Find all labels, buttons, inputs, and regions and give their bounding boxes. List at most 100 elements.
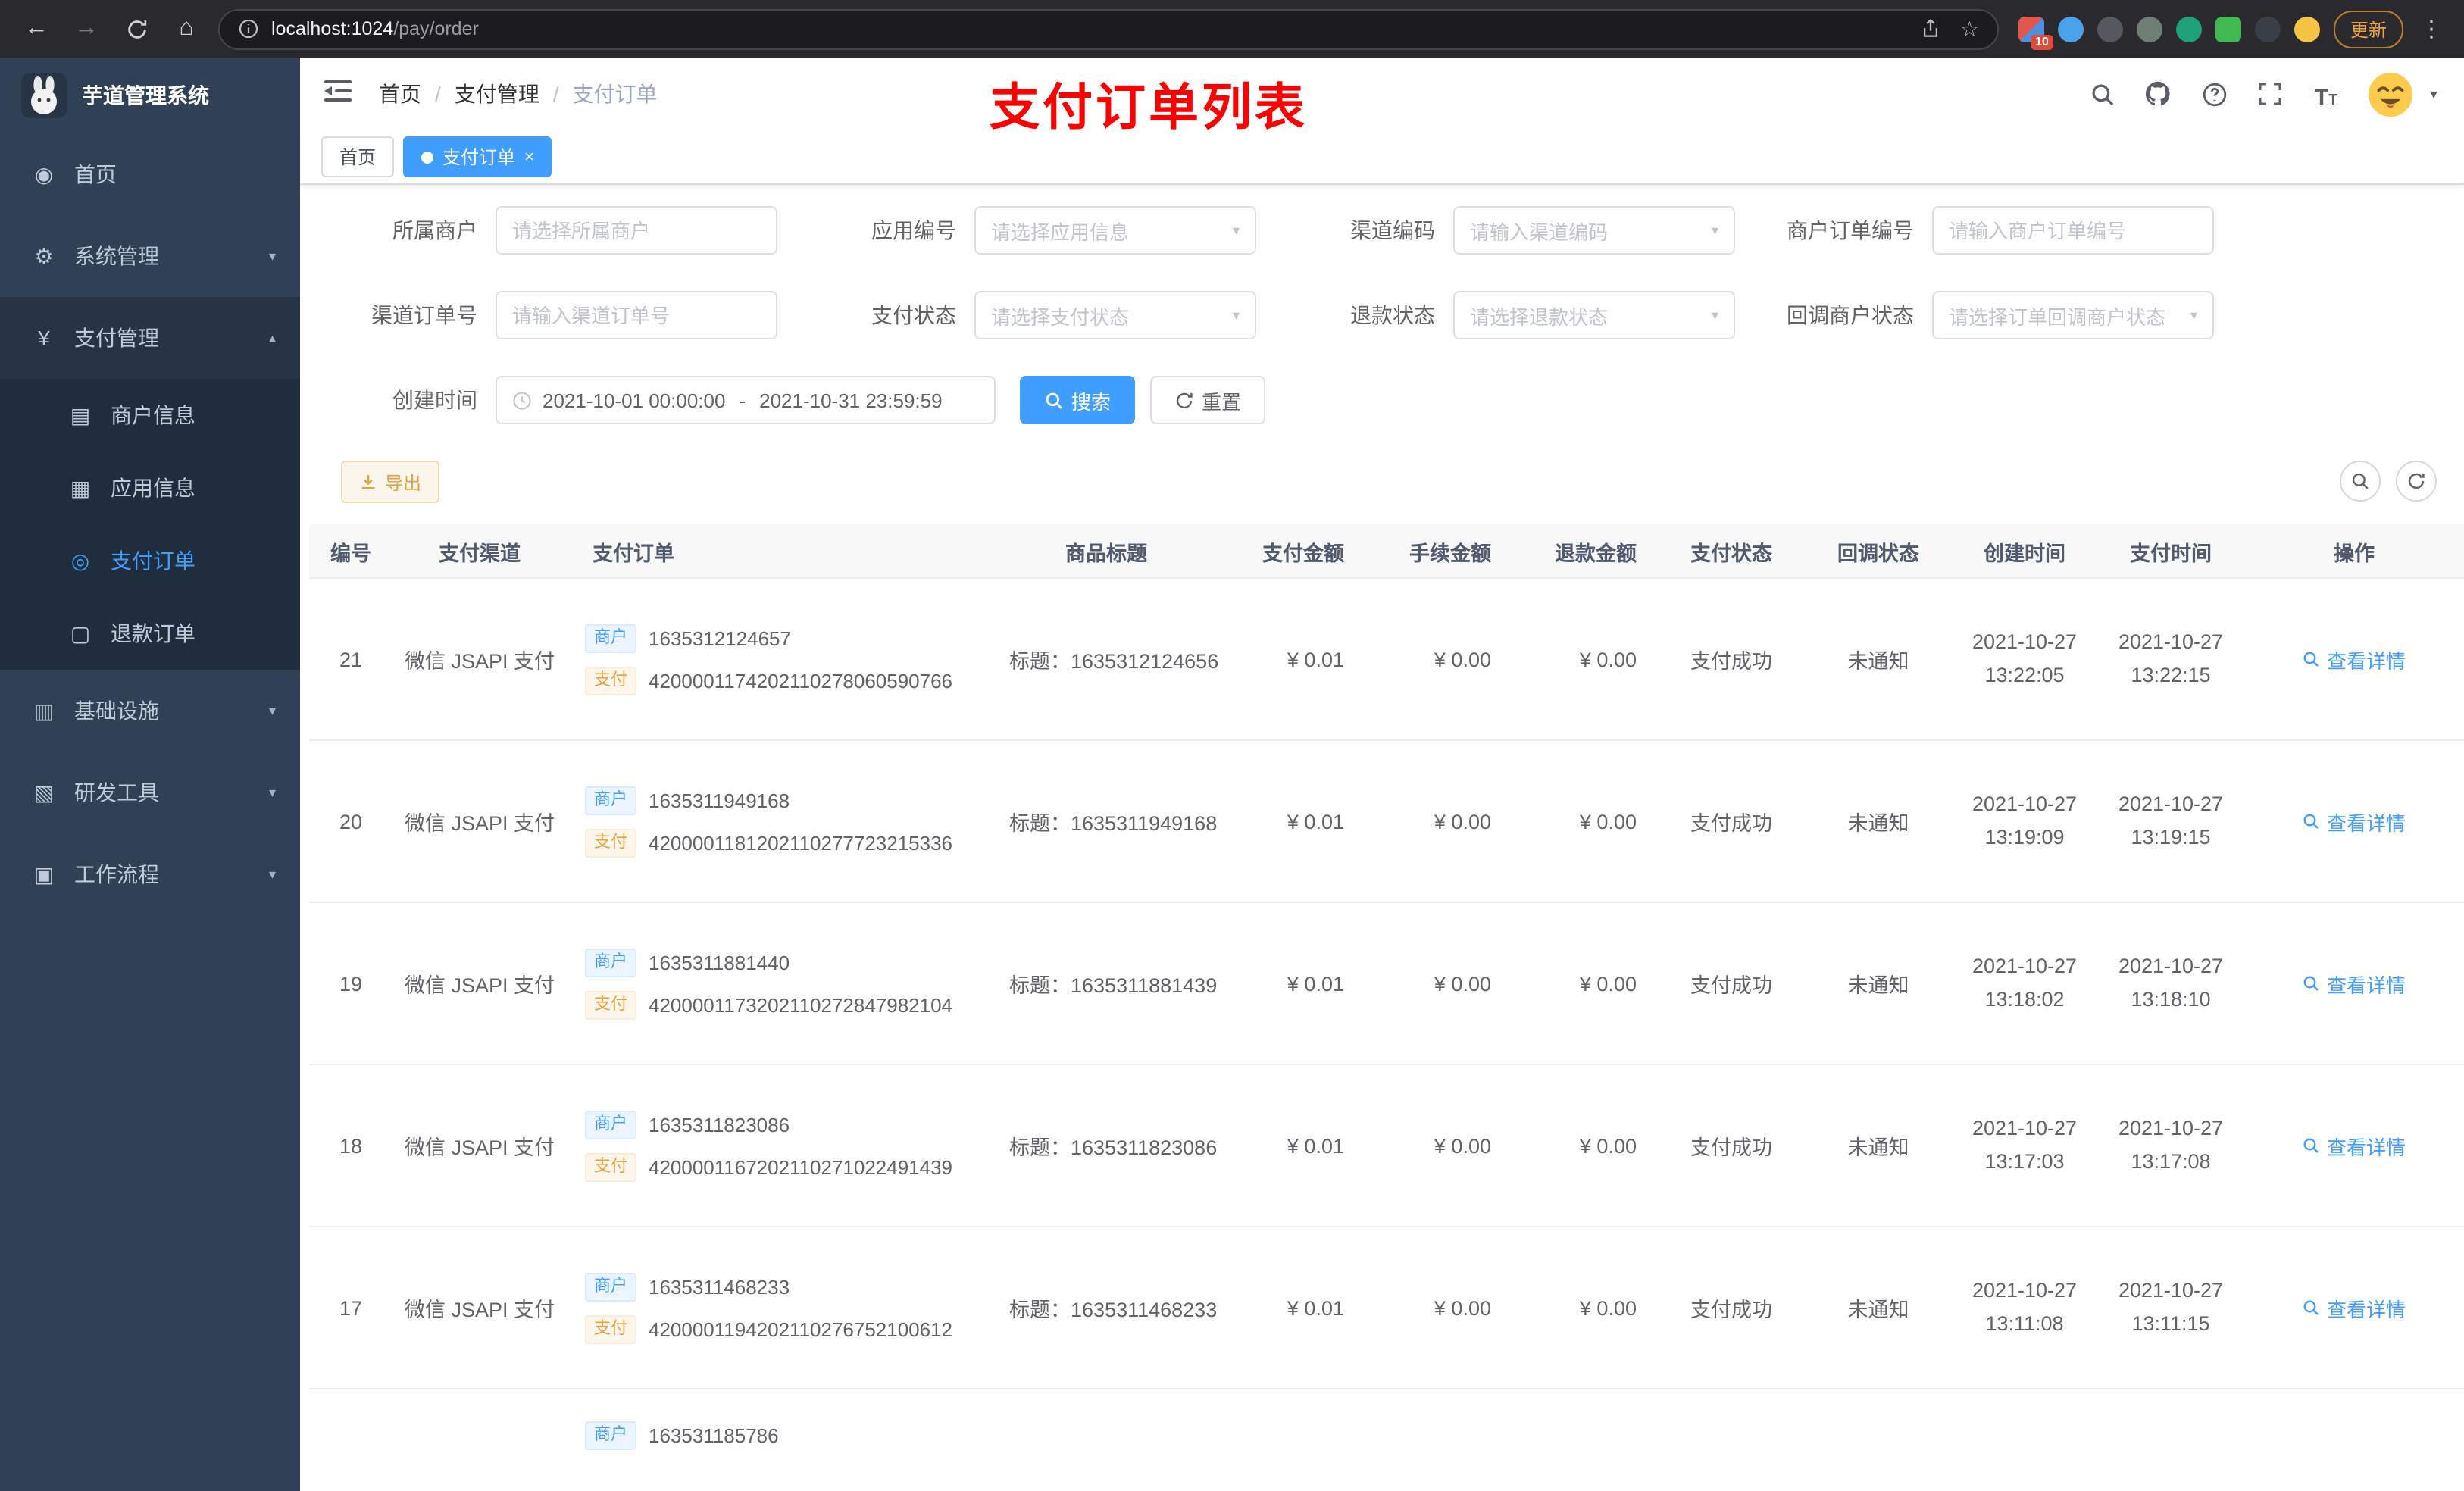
pay-time: 2021-10-27 13:22:15	[2118, 630, 2224, 686]
user-avatar[interactable]	[2367, 70, 2414, 117]
channel-code-select[interactable]: 请输入渠道编码 ▾	[1453, 206, 1735, 255]
tab-pay-order[interactable]: 支付订单 ×	[403, 136, 552, 177]
view-details-link[interactable]: 查看详情	[2303, 1131, 2406, 1160]
tab-home[interactable]: 首页	[321, 136, 395, 177]
refund-amount: ¥ 0.00	[1579, 1134, 1637, 1157]
extension-icon[interactable]	[2175, 16, 2202, 42]
target-icon: ◎	[70, 548, 90, 572]
chevron-down-icon: ▾	[268, 702, 276, 717]
fee-amount: ¥ 0.00	[1434, 810, 1491, 833]
app-header: 首页 / 支付管理 / 支付订单 支付订单列表 T T ▼	[300, 58, 2464, 135]
pay-order-cell: 商户 1635311823086 支付 42000011672021102710…	[567, 1110, 952, 1181]
font-size-icon[interactable]: TT	[2311, 79, 2341, 109]
logo-image	[21, 73, 67, 118]
breadcrumb-home[interactable]: 首页	[379, 79, 421, 109]
merchant-order-no: 1635311949168	[649, 789, 790, 811]
filter-merchant: 所属商户	[306, 206, 785, 255]
pay-status: 支付成功	[1690, 1136, 1772, 1159]
fee-amount: ¥ 0.00	[1434, 648, 1491, 670]
help-icon[interactable]	[2199, 79, 2229, 109]
sidebar-item-workflow[interactable]: ▣ 工作流程 ▾	[0, 833, 300, 915]
refresh-icon[interactable]	[2396, 461, 2437, 502]
emoji-extension-icon[interactable]	[2294, 16, 2320, 42]
order-id: 20	[339, 810, 363, 833]
channel-order-no-input[interactable]	[496, 291, 777, 339]
home-icon[interactable]: ⌂	[168, 11, 205, 47]
export-button[interactable]: 导出	[341, 461, 440, 503]
sidebar-item-payment[interactable]: ¥ 支付管理 ▴	[0, 297, 300, 379]
breadcrumb-payment[interactable]: 支付管理	[455, 79, 539, 109]
sidebar-item-label: 工作流程	[74, 862, 159, 886]
sidebar-item-system[interactable]: ⚙ 系统管理 ▾	[0, 215, 300, 297]
close-icon[interactable]: ×	[524, 148, 534, 166]
table-row-partial: 商户 163531185786	[309, 1389, 2464, 1491]
chevron-down-icon[interactable]: ▼	[2428, 87, 2440, 101]
sidebar-item-infrastructure[interactable]: ▥ 基础设施 ▾	[0, 670, 300, 752]
merchant-tag: 商户	[585, 948, 636, 977]
field-label: 商户订单编号	[1787, 218, 1914, 242]
order-id: 21	[339, 648, 363, 670]
search-button[interactable]: 搜索	[1020, 376, 1136, 424]
pay-tag: 支付	[585, 666, 636, 695]
sidebar-item-app-info[interactable]: ▦ 应用信息	[0, 452, 300, 524]
column-header: 商品标题	[1065, 542, 1147, 564]
search-icon[interactable]	[2087, 79, 2117, 109]
chevron-down-icon: ▾	[268, 248, 276, 263]
site-info-icon[interactable]	[238, 18, 259, 39]
view-details-link[interactable]: 查看详情	[2303, 645, 2406, 674]
extension-icon[interactable]	[2215, 16, 2241, 42]
column-header: 手续金额	[1409, 542, 1491, 564]
bookmark-star-icon[interactable]: ☆	[1960, 16, 1979, 42]
pay-order-no: 4200001174202110278060590766	[649, 669, 953, 692]
collapse-sidebar-icon[interactable]	[324, 79, 355, 109]
extension-icon[interactable]: 10	[2018, 16, 2053, 49]
pay-status: 支付成功	[1690, 812, 1772, 835]
table-row: 18 微信 JSAPI 支付 商户 1635311823086 支付 42000…	[309, 1065, 2464, 1227]
filter-app: 应用编号 请选择应用信息 ▾	[785, 206, 1264, 255]
date-range-picker[interactable]: 2021-10-01 00:00:00 - 2021-10-31 23:59:5…	[496, 376, 996, 424]
browser-menu-icon[interactable]: ⋮	[2417, 15, 2446, 42]
view-details-link[interactable]: 查看详情	[2303, 969, 2406, 998]
sidebar-item-refund-order[interactable]: ▢ 退款订单	[0, 597, 300, 670]
merchant-order-no-input[interactable]	[1932, 206, 2214, 255]
extension-icon[interactable]	[2136, 16, 2162, 42]
sidebar-item-merchant-info[interactable]: ▤ 商户信息	[0, 379, 300, 452]
address-bar[interactable]: localhost:1024/pay/order ☆	[218, 8, 1999, 49]
fullscreen-icon[interactable]	[2255, 79, 2285, 109]
app-select[interactable]: 请选择应用信息 ▾	[974, 206, 1256, 255]
share-icon[interactable]	[1921, 18, 1942, 39]
sidebar-item-pay-order[interactable]: ◎ 支付订单	[0, 524, 300, 597]
toggle-search-icon[interactable]	[2340, 461, 2381, 502]
tools-icon: ▧	[33, 780, 55, 804]
notify-status-select[interactable]: 请选择订单回调商户状态 ▾	[1932, 291, 2214, 339]
filter-channel-order-no: 渠道订单号	[306, 291, 785, 339]
update-button[interactable]: 更新	[2333, 10, 2403, 48]
extension-icon[interactable]	[2097, 16, 2123, 42]
sidebar-item-label: 基础设施	[74, 699, 159, 723]
reload-icon[interactable]	[118, 11, 155, 47]
merchant-input[interactable]	[496, 206, 777, 255]
workflow-icon: ▣	[33, 861, 55, 886]
breadcrumb-separator: /	[435, 82, 441, 106]
sidebar-item-dev-tools[interactable]: ▧ 研发工具 ▾	[0, 752, 300, 833]
view-details-link[interactable]: 查看详情	[2303, 1293, 2406, 1322]
field-label: 创建时间	[392, 388, 477, 412]
order-id: 18	[339, 1134, 363, 1157]
chevron-up-icon: ▴	[268, 330, 276, 345]
clock-icon	[512, 390, 532, 410]
drop-extension-icon[interactable]	[2057, 16, 2084, 42]
back-icon[interactable]: ←	[18, 11, 55, 47]
pay-amount: ¥ 0.01	[1287, 1296, 1344, 1319]
merchant-order-no: 1635311881440	[649, 951, 790, 974]
forward-icon[interactable]: →	[68, 11, 105, 47]
browser-window: ← → ⌂ localhost:1024/pay/order ☆ 10 更新 ⋮…	[0, 0, 2464, 1491]
refund-status-select[interactable]: 请选择退款状态 ▾	[1453, 291, 1735, 339]
filter-channel-code: 渠道编码 请输入渠道编码 ▾	[1264, 206, 1743, 255]
extension-icon[interactable]	[2254, 16, 2281, 42]
merchant-tag: 商户	[585, 1272, 636, 1301]
view-details-link[interactable]: 查看详情	[2303, 807, 2406, 836]
pay-status-select[interactable]: 请选择支付状态 ▾	[974, 291, 1256, 339]
reset-button[interactable]: 重置	[1150, 376, 1266, 424]
sidebar-item-home[interactable]: ◉ 首页	[0, 133, 300, 215]
github-icon[interactable]	[2143, 79, 2173, 109]
